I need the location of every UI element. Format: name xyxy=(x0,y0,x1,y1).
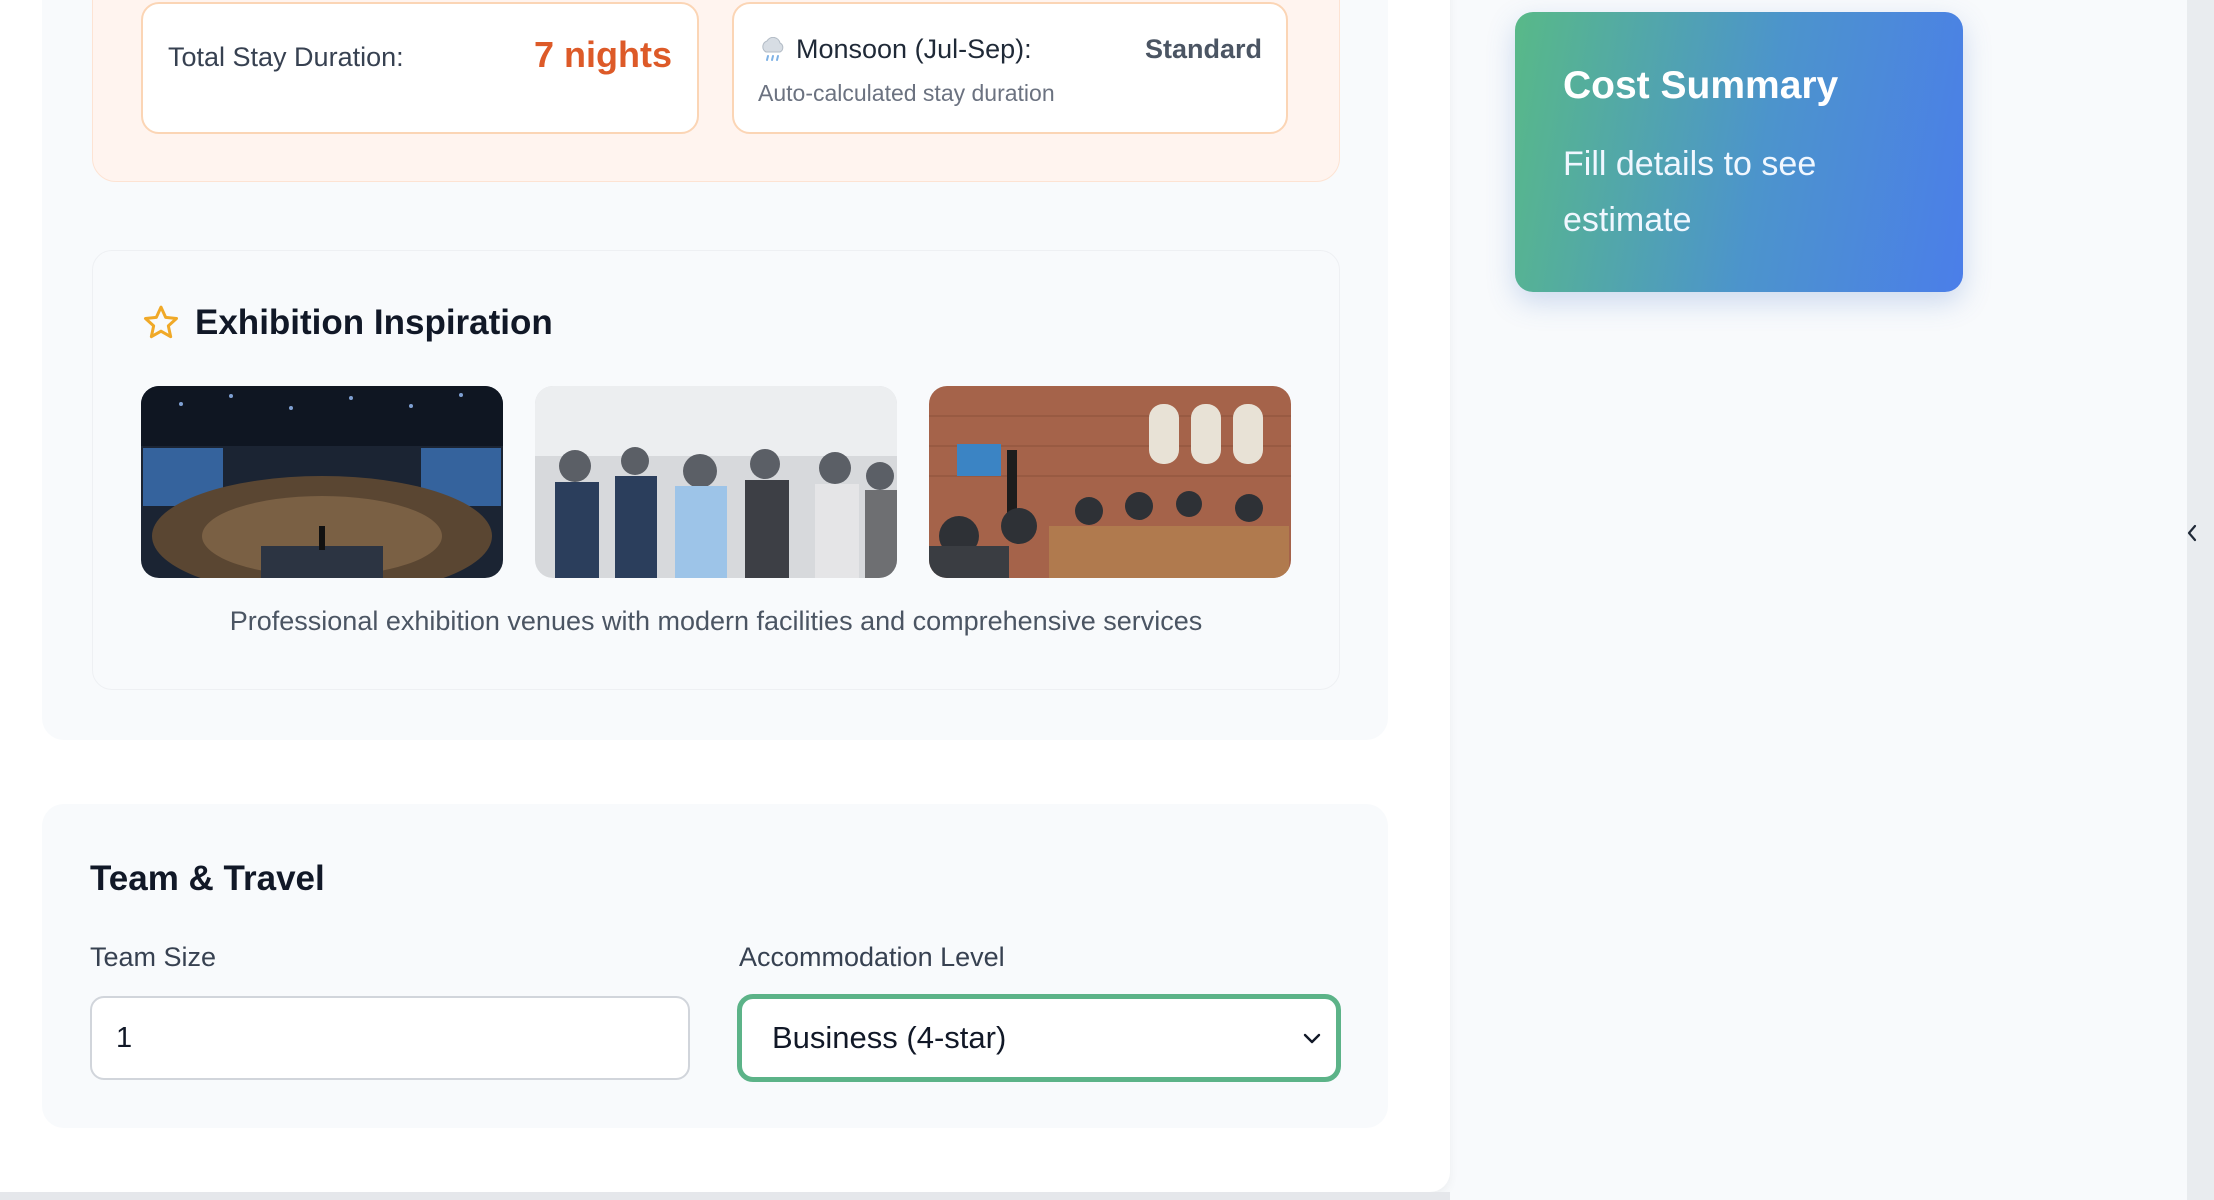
rain-cloud-icon xyxy=(762,36,784,61)
stay-duration-box: Total Stay Duration: 7 nights xyxy=(141,2,699,134)
team-size-label: Team Size xyxy=(90,942,217,972)
season-label-row: Monsoon (Jul-Sep): xyxy=(758,34,1032,65)
star-icon xyxy=(144,305,178,339)
inspiration-title: Exhibition Inspiration xyxy=(195,303,553,342)
page: Total Stay Duration: 7 nights Monsoon (J… xyxy=(0,0,2214,1200)
exhibition-inspiration-card: Exhibition Inspiration Professional exhi… xyxy=(92,250,1340,690)
accommodation-selected-value: Business (4-star) xyxy=(772,1020,1007,1055)
season-note: Auto-calculated stay duration xyxy=(758,80,1055,106)
team-travel-title: Team & Travel xyxy=(90,859,325,898)
inspiration-gallery xyxy=(141,386,1291,578)
inspiration-caption: Professional exhibition venues with mode… xyxy=(229,606,1203,636)
bottom-edge xyxy=(0,1192,1450,1200)
stay-duration-label: Total Stay Duration: xyxy=(168,42,404,72)
cost-summary-title: Cost Summary xyxy=(1563,64,1839,107)
season-box: Monsoon (Jul-Sep): Standard Auto-calcula… xyxy=(732,2,1288,134)
side-panel-strip xyxy=(2187,0,2214,1200)
exhibition-photo-auditorium xyxy=(141,386,503,578)
inspiration-heading: Exhibition Inspiration xyxy=(141,303,553,343)
accommodation-level-label: Accommodation Level xyxy=(739,942,1005,972)
chevron-left-icon[interactable] xyxy=(2185,522,2199,544)
exhibition-photo-audience xyxy=(535,386,897,578)
stay-duration-value: 7 nights xyxy=(533,34,672,75)
exhibition-photo-workshop xyxy=(929,386,1291,578)
season-label: Monsoon (Jul-Sep): xyxy=(796,34,1032,64)
cost-summary-card: Cost Summary Fill details to see estimat… xyxy=(1515,12,1963,292)
accommodation-level-select[interactable]: Business (4-star) xyxy=(737,994,1341,1082)
team-travel-section: Team & Travel Team Size Accommodation Le… xyxy=(42,804,1388,1128)
chevron-down-icon xyxy=(1303,1033,1321,1044)
team-size-input[interactable] xyxy=(90,996,690,1080)
season-value: Standard xyxy=(1144,34,1262,64)
cost-summary-subtitle: Fill details to see estimate xyxy=(1563,145,1817,239)
